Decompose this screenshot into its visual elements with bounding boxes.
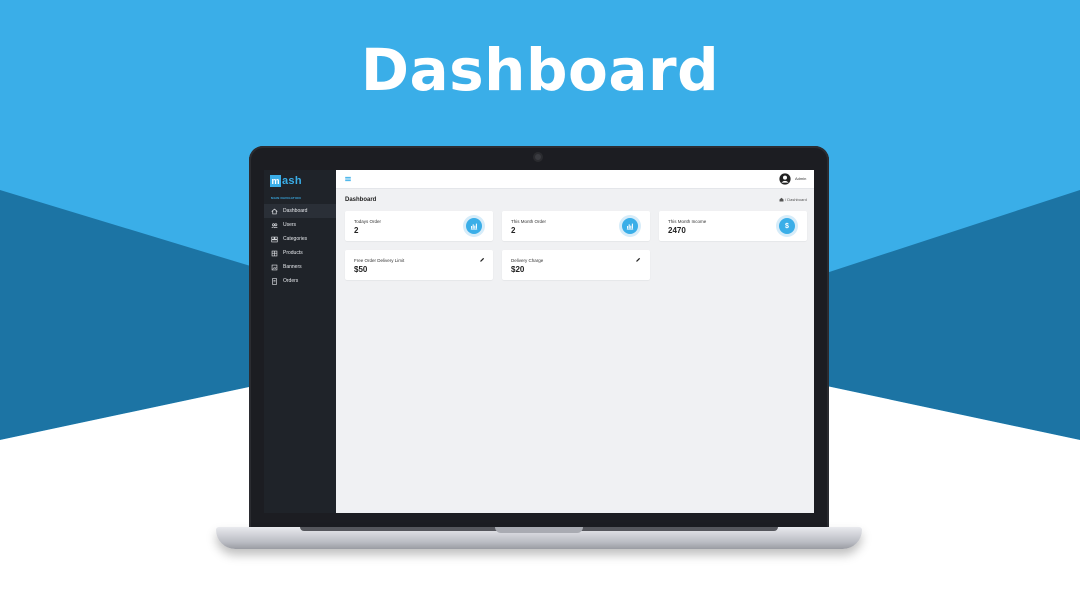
card-label: Todays Order [354,219,382,224]
sidebar-nav: Dashboard Users Categories Products Bann… [264,204,336,288]
delivery-charge-card: Delivery Charge $20 [502,250,650,280]
sidebar-item-label: Orders [283,278,299,284]
card-badge [463,215,485,237]
card-value: 2470 [668,226,686,235]
orders-icon [270,277,279,285]
card-label: This Month Order [511,219,547,224]
nav-header: MAIN NAVIGATION [271,196,301,200]
card-value: $50 [354,265,368,274]
card-value: 2 [511,226,516,235]
todays-order-card: Todays Order 2 [345,211,493,241]
breadcrumb-text: / Dashboard [785,197,807,202]
sidebar-item-label: Products [283,250,303,256]
hamburger-menu-icon[interactable] [344,175,352,183]
logo-mark: m [270,175,281,187]
this-month-income-card: This Month Income 2470 $ [659,211,807,241]
hero-title: Dashboard [360,36,720,104]
sidebar-item-label: Banners [283,264,302,270]
bar-chart-icon [622,218,638,234]
card-value: $20 [511,265,525,274]
home-icon[interactable] [779,197,784,202]
page-title: Dashboard [345,197,377,203]
sidebar-item-categories[interactable]: Categories [264,232,336,246]
home-icon [270,207,279,215]
pencil-icon[interactable] [635,257,641,263]
sidebar-item-label: Users [283,222,297,228]
sidebar-item-users[interactable]: Users [264,218,336,232]
card-label: Free Order Delivery Limit [354,258,405,263]
sidebar-item-label: Dashboard [283,208,308,214]
webcam [533,152,543,162]
free-delivery-limit-card: Free Order Delivery Limit $50 [345,250,493,280]
this-month-order-card: This Month Order 2 [502,211,650,241]
card-badge [619,215,641,237]
app-screen: m ash MAIN NAVIGATION Dashboard Users Ca… [264,170,814,513]
sidebar-item-products[interactable]: Products [264,246,336,260]
user-avatar-icon[interactable] [779,173,791,185]
card-value: 2 [354,226,359,235]
card-label: Delivery Charge [511,258,544,263]
pencil-icon[interactable] [479,257,485,263]
card-label: This Month Income [668,219,707,224]
sidebar: m ash MAIN NAVIGATION Dashboard Users Ca… [264,170,336,513]
sidebar-item-orders[interactable]: Orders [264,274,336,288]
categories-icon [270,235,279,243]
sidebar-item-dashboard[interactable]: Dashboard [264,204,336,218]
logo-text: ash [282,175,302,187]
laptop-notch [495,527,583,533]
top-bar: Admin [336,170,814,189]
banners-icon [270,263,279,271]
user-name[interactable]: Admin [795,176,806,181]
card-badge: $ [776,215,798,237]
bar-chart-icon [466,218,482,234]
dollar-icon: $ [779,218,795,234]
app-logo[interactable]: m ash [270,174,302,188]
products-icon [270,249,279,257]
breadcrumb: / Dashboard [779,197,807,202]
users-icon [270,221,279,229]
sidebar-item-label: Categories [283,236,308,242]
sidebar-item-banners[interactable]: Banners [264,260,336,274]
